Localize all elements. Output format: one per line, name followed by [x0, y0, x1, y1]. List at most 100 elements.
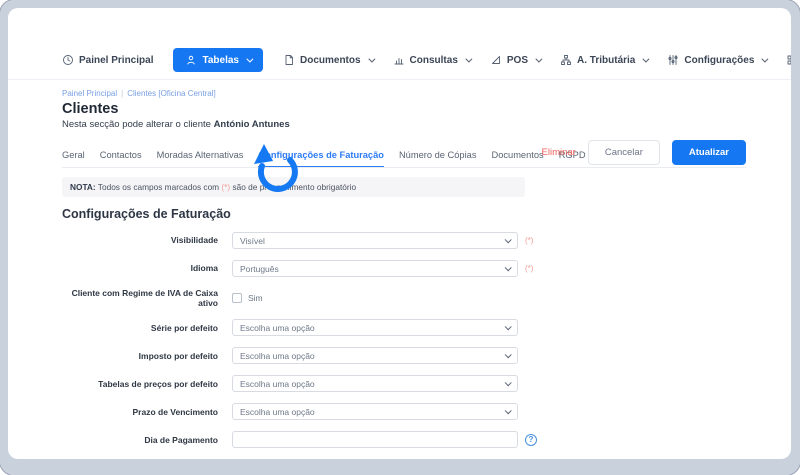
field-label: Imposto por defeito — [62, 351, 218, 361]
tab-contactos[interactable]: Contactos — [100, 150, 142, 168]
document-icon — [283, 54, 295, 66]
tab-configuracoes-de-faturacao[interactable]: Configurações de Faturação — [258, 150, 384, 168]
chevron-down-icon — [505, 380, 512, 387]
note-label: NOTA: — [70, 182, 96, 192]
chevron-down-icon — [368, 55, 375, 62]
note-text: Todos os campos marcados com — [96, 182, 222, 192]
note-asterisk: (*) — [221, 182, 230, 192]
tabs: Geral Contactos Moradas Alternativas Con… — [62, 150, 586, 168]
nav-item-configuracoes[interactable]: Configurações — [667, 54, 766, 66]
visibilidade-select[interactable]: Visível — [232, 232, 518, 249]
cancel-button[interactable]: Cancelar — [588, 140, 660, 165]
help-icon[interactable] — [525, 434, 537, 446]
tab-geral[interactable]: Geral — [62, 150, 85, 168]
note-banner: NOTA: Todos os campos marcados com (*) s… — [62, 177, 525, 197]
field-label: Dia de Pagamento — [62, 435, 218, 445]
imposto-por-defeito-select[interactable]: Escolha uma opção — [232, 347, 518, 364]
field-label: Idioma — [62, 263, 218, 273]
chevron-down-icon — [762, 55, 769, 62]
nav-item-label: A. Tributária — [577, 55, 635, 66]
nav-item-consultas[interactable]: Consultas — [393, 54, 470, 66]
section-title: Configurações de Faturação — [62, 207, 746, 221]
app-card: Painel Principal Tabelas Documentos Cons… — [8, 8, 791, 459]
nav-item-tabelas[interactable]: Tabelas — [173, 48, 263, 72]
chevron-down-icon — [535, 55, 542, 62]
dia-de-pagamento-input[interactable] — [232, 431, 518, 448]
nav-item-documentos[interactable]: Documentos — [283, 54, 373, 66]
required-marker: (*) — [525, 236, 533, 245]
breadcrumb: Painel Principal | Clientes [Oficina Centr… — [62, 89, 746, 98]
checkbox-label: Sim — [248, 293, 263, 303]
form-row-tabelas-de-precos: Tabelas de preços por defeito Escolha um… — [62, 375, 746, 392]
breadcrumb-current[interactable]: Clientes [Oficina Central] — [127, 89, 215, 98]
action-buttons: Eliminar Cancelar Atualizar — [542, 140, 746, 165]
form-row-idioma: Idioma Português (*) — [62, 260, 746, 277]
chevron-down-icon — [505, 408, 512, 415]
breadcrumb-separator: | — [121, 89, 123, 98]
subtitle-text: Nesta secção pode alterar o cliente — [62, 119, 214, 130]
field-label: Tabelas de preços por defeito — [62, 379, 218, 389]
breadcrumb-home-link[interactable]: Painel Principal — [62, 89, 117, 98]
field-label: Visibilidade — [62, 235, 218, 245]
chevron-down-icon — [246, 55, 253, 62]
users-icon — [185, 54, 197, 66]
chevron-down-icon — [643, 55, 650, 62]
select-value: Visível — [240, 236, 265, 246]
select-value: Escolha uma opção — [240, 323, 315, 333]
chevron-down-icon — [505, 236, 512, 243]
form-row-prazo-de-vencimento: Prazo de Vencimento Escolha uma opção — [62, 403, 746, 420]
nav-item-label: Configurações — [684, 55, 754, 66]
note-text: são de preenchimento obrigatório — [230, 182, 356, 192]
idioma-select[interactable]: Português — [232, 260, 518, 277]
nav-item-label: Painel Principal — [79, 55, 153, 66]
select-value: Português — [240, 264, 279, 274]
tab-numero-de-copias[interactable]: Número de Cópias — [399, 150, 477, 168]
form-row-serie-por-defeito: Série por defeito Escolha uma opção — [62, 319, 746, 336]
tab-documentos[interactable]: Documentos — [491, 150, 543, 168]
form-row-regime-iva-caixa: Cliente com Regime de IVA de Caixa ativo… — [62, 288, 746, 308]
nav-item-label: POS — [507, 55, 528, 66]
prazo-de-vencimento-select[interactable]: Escolha uma opção — [232, 403, 518, 420]
nav-item-painel-principal[interactable]: Painel Principal — [62, 54, 153, 66]
select-value: Escolha uma opção — [240, 351, 315, 361]
field-label: Cliente com Regime de IVA de Caixa ativo — [62, 288, 218, 308]
chevron-down-icon — [505, 352, 512, 359]
nav-item-marketplace[interactable]: Marketplace — [786, 54, 791, 66]
chevron-down-icon — [505, 264, 512, 271]
page-title: Clientes — [62, 101, 746, 117]
clock-icon — [62, 54, 74, 66]
top-navigation: Painel Principal Tabelas Documentos Cons… — [62, 48, 791, 72]
update-button[interactable]: Atualizar — [672, 140, 746, 165]
nav-item-pos[interactable]: POS — [490, 54, 540, 66]
bar-chart-icon — [393, 54, 405, 66]
nav-item-label: Tabelas — [202, 55, 239, 66]
page-subtitle: Nesta secção pode alterar o cliente Antó… — [62, 119, 746, 130]
nav-item-label: Consultas — [410, 55, 458, 66]
tabelas-de-precos-select[interactable]: Escolha uma opção — [232, 375, 518, 392]
field-label: Série por defeito — [62, 323, 218, 333]
tax-nodes-icon — [560, 54, 572, 66]
chevron-down-icon — [465, 55, 472, 62]
chevron-down-icon — [505, 324, 512, 331]
pos-icon — [490, 54, 502, 66]
nav-item-a-tributaria[interactable]: A. Tributária — [560, 54, 647, 66]
tab-moradas-alternativas[interactable]: Moradas Alternativas — [157, 150, 244, 168]
form-row-visibilidade: Visibilidade Visível (*) — [62, 232, 746, 249]
form-row-imposto-por-defeito: Imposto por defeito Escolha uma opção — [62, 347, 746, 364]
checkbox-group: Sim — [232, 293, 263, 303]
delete-button[interactable]: Eliminar — [542, 147, 576, 158]
window-frame: Painel Principal Tabelas Documentos Cons… — [0, 0, 800, 475]
client-name: António Antunes — [214, 119, 290, 130]
serie-por-defeito-select[interactable]: Escolha uma opção — [232, 319, 518, 336]
grid-icon — [786, 54, 791, 66]
required-marker: (*) — [525, 264, 533, 273]
select-value: Escolha uma opção — [240, 407, 315, 417]
field-label: Prazo de Vencimento — [62, 407, 218, 417]
billing-settings-form: Visibilidade Visível (*) Idioma Portuguê… — [62, 232, 746, 459]
iva-caixa-checkbox[interactable] — [232, 293, 242, 303]
tab-bar: Geral Contactos Moradas Alternativas Con… — [62, 137, 746, 168]
form-row-dia-de-pagamento: Dia de Pagamento — [62, 431, 746, 448]
main-content: Painel Principal | Clientes [Oficina Centr… — [62, 89, 746, 459]
sliders-icon — [667, 54, 679, 66]
select-value: Escolha uma opção — [240, 379, 315, 389]
